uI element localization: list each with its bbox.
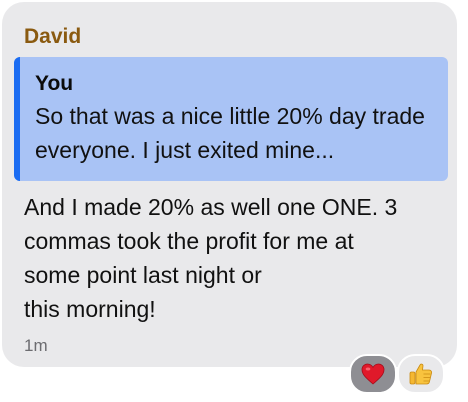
message-line: some point last night or: [24, 262, 262, 288]
quoted-message[interactable]: You So that was a nice little 20% day tr…: [14, 57, 448, 181]
quote-text: So that was a nice little 20% day trade …: [35, 103, 425, 163]
heart-icon: [361, 363, 385, 385]
reaction-heart[interactable]: [349, 354, 397, 394]
quote-author: You: [35, 72, 74, 95]
message-line: And I made 20% as well one ONE. 3: [24, 194, 398, 220]
message-line: this morning!: [24, 296, 156, 322]
message-text: And I made 20% as well one ONE. 3 commas…: [24, 190, 444, 326]
quote-accent-bar: [14, 57, 20, 181]
reaction-thumbs-up[interactable]: [397, 354, 445, 394]
message-line: commas took the profit for me at: [24, 228, 354, 254]
sender-name[interactable]: David: [24, 24, 81, 50]
message-timestamp: 1m: [24, 336, 48, 355]
message-bubble[interactable]: David You So that was a nice little 20% …: [2, 2, 457, 367]
thumbs-up-icon: [409, 363, 433, 385]
